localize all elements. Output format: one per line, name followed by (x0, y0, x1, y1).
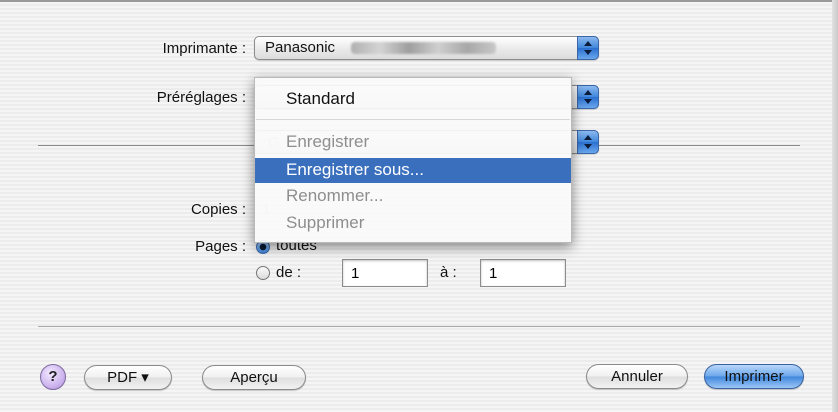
copies-label: Copies : (190, 201, 246, 218)
pages-label: Pages : (195, 238, 246, 255)
pages-from-input[interactable] (343, 260, 427, 286)
menu-item-save-as[interactable]: Enregistrer sous... (255, 158, 571, 183)
menu-separator (256, 119, 570, 120)
popup-arrows-icon (577, 130, 599, 154)
pages-range-radio[interactable] (256, 266, 270, 280)
printer-popup[interactable]: Panasonic (254, 36, 599, 60)
footer-divider (38, 326, 800, 327)
section-divider (38, 145, 258, 146)
help-button[interactable]: ? (40, 364, 66, 390)
cancel-button[interactable]: Annuler (586, 364, 688, 389)
window-right-edge (832, 0, 838, 412)
preview-button[interactable]: Aperçu (202, 365, 306, 390)
pages-from-label: de : (276, 264, 302, 281)
printer-label: Imprimante : (162, 40, 246, 57)
presets-dropdown-menu: Standard Enregistrer Enregistrer sous...… (254, 77, 572, 243)
printer-name: Panasonic (265, 39, 336, 56)
menu-item-standard[interactable]: Standard (255, 87, 571, 111)
menu-item-delete: Supprimer (286, 213, 365, 232)
section-divider (598, 145, 800, 146)
popup-arrows-icon (577, 85, 599, 109)
menu-item-rename: Renommer... (286, 186, 384, 205)
presets-label: Préréglages : (156, 89, 246, 106)
pages-from-field[interactable] (342, 259, 428, 287)
popup-arrows-icon (577, 36, 599, 60)
pages-to-field[interactable] (480, 259, 566, 287)
menu-item-save: Enregistrer (286, 132, 370, 151)
print-button[interactable]: Imprimer (704, 364, 804, 389)
pages-to-label: à : (440, 264, 457, 281)
pages-to-input[interactable] (481, 260, 565, 286)
window-top-border (0, 0, 838, 2)
pdf-menu-button[interactable]: PDF ▾ (84, 365, 172, 390)
printer-name-redacted (351, 42, 496, 54)
